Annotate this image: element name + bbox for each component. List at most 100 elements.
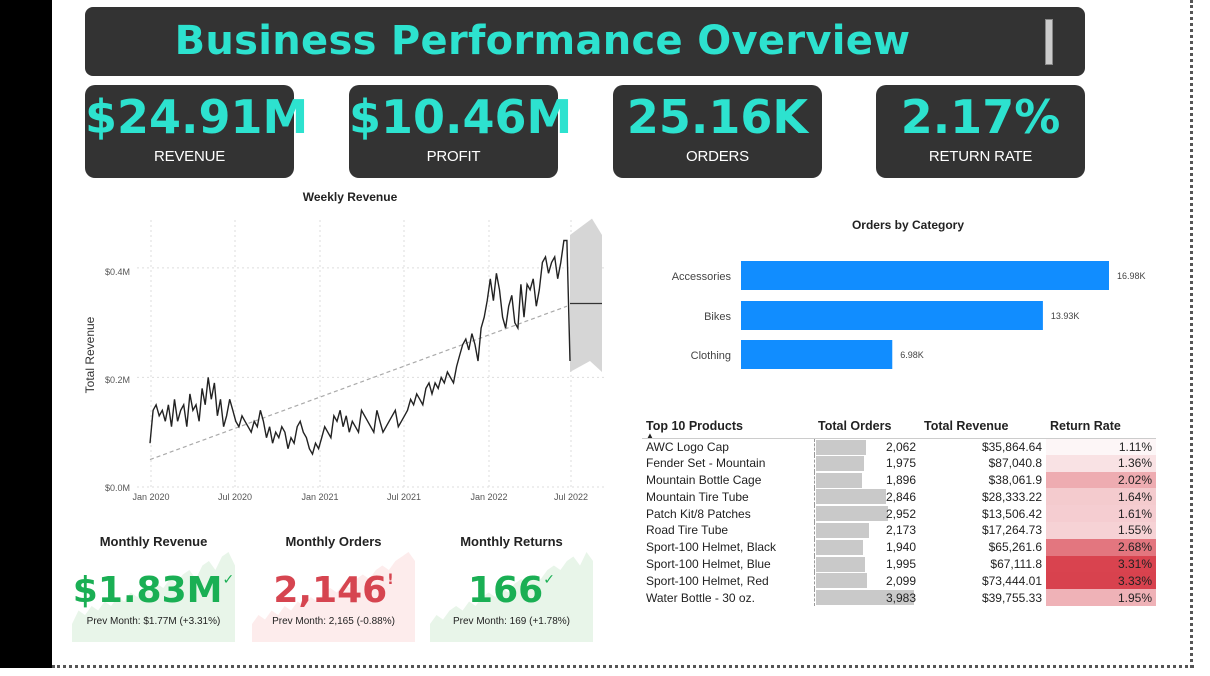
check-icon: ✓ <box>543 572 555 588</box>
top-products-table[interactable]: Top 10 Products ▲ Total Orders Total Reve… <box>642 414 1156 606</box>
orders-value: 1,975 <box>885 456 916 471</box>
title-banner: Business Performance Overview <box>85 7 1085 76</box>
monthly-orders-card[interactable]: Monthly Orders 2,146! Prev Month: 2,165 … <box>252 530 415 642</box>
return-rate-cell: 1.95% <box>1046 589 1156 606</box>
card-value: $1.83M✓ <box>72 570 235 611</box>
return-rate-cell: 3.31% <box>1046 555 1156 573</box>
orders-data-bar <box>815 522 869 538</box>
table-row[interactable]: Sport-100 Helmet, Red 2,099 $73,444.01 3.33… <box>642 572 1156 590</box>
kpi-card-orders[interactable]: 25.16K ORDERS <box>613 85 822 178</box>
kpi-value: 2.17% <box>900 90 1061 144</box>
orders-data-bar <box>815 472 863 488</box>
table-row[interactable]: Water Bottle - 30 oz. 3,983 $39,755.33 1.95… <box>642 589 1156 606</box>
category-bar <box>741 340 893 369</box>
monthly-returns-card[interactable]: Monthly Returns 166✓ Prev Month: 169 (+1… <box>430 530 593 642</box>
trend-line <box>149 305 568 461</box>
category-label: Accessories <box>672 271 732 283</box>
revenue-cell: $65,261.6 <box>988 540 1042 555</box>
orders-value: 1,896 <box>885 472 916 487</box>
column-header-product[interactable]: Top 10 Products ▲ <box>642 414 814 440</box>
return-rate-cell: 1.55% <box>1046 521 1156 539</box>
revenue-cell: $87,040.8 <box>988 456 1042 471</box>
return-rate-cell: 2.02% <box>1046 471 1156 489</box>
return-rate-cell: 1.36% <box>1046 454 1156 472</box>
x-tick-label: Jan 2022 <box>470 492 507 502</box>
orders-data-bar <box>815 506 889 522</box>
column-header-return-rate[interactable]: Return Rate <box>1046 414 1156 439</box>
orders-by-category-chart[interactable]: Accessories Bikes Clothing 16.98K 13.93K… <box>640 250 1180 380</box>
alert-icon: ! <box>387 572 394 588</box>
table-row[interactable]: Mountain Tire Tube 2,846 $28,333.22 1.64% <box>642 488 1156 506</box>
orders-data-bar <box>815 539 864 555</box>
kpi-card-return-rate[interactable]: 2.17% RETURN RATE <box>876 85 1085 178</box>
return-rate-cell: 3.33% <box>1046 572 1156 590</box>
table-row[interactable]: AWC Logo Cap 2,062 $35,864.64 1.11% <box>642 438 1156 455</box>
orders-data-bar <box>815 489 886 505</box>
y-axis-label: Total Revenue <box>83 316 97 393</box>
product-name: Sport-100 Helmet, Black <box>646 540 777 555</box>
category-label: Bikes <box>704 311 731 323</box>
table-row[interactable]: Fender Set - Mountain 1,975 $87,040.8 1.36% <box>642 454 1156 472</box>
monthly-revenue-card[interactable]: Monthly Revenue $1.83M✓ Prev Month: $1.7… <box>72 530 235 642</box>
x-tick-label: Jul 2021 <box>387 492 421 502</box>
product-name: Fender Set - Mountain <box>646 456 766 471</box>
orders-cell: 2,173 <box>813 521 920 539</box>
product-name: Patch Kit/8 Patches <box>646 506 751 521</box>
forecast-band <box>570 218 602 372</box>
weekly-revenue-chart[interactable]: Total Revenue $0.4M $0.2M $0.0M Jan 2020… <box>80 205 610 505</box>
product-name: Mountain Tire Tube <box>646 489 749 504</box>
revenue-cell: $38,061.9 <box>988 472 1042 487</box>
orders-data-bar <box>815 455 865 471</box>
x-tick-label: Jan 2020 <box>132 492 169 502</box>
table-row[interactable]: Road Tire Tube 2,173 $17,264.73 1.55% <box>642 521 1156 539</box>
revenue-cell: $35,864.64 <box>981 439 1042 454</box>
x-tick-label: Jul 2022 <box>554 492 588 502</box>
orders-data-bar <box>815 439 867 455</box>
column-header-revenue[interactable]: Total Revenue <box>920 414 1046 439</box>
orders-cell: 1,940 <box>813 538 920 556</box>
kpi-value: $24.91M <box>85 90 309 144</box>
orders-cell: 1,975 <box>813 454 920 472</box>
table-row[interactable]: Mountain Bottle Cage 1,896 $38,061.9 2.02% <box>642 471 1156 489</box>
orders-cell: 2,099 <box>813 572 920 590</box>
orders-data-bar <box>815 573 868 589</box>
revenue-cell: $17,264.73 <box>981 523 1042 538</box>
product-name: Sport-100 Helmet, Blue <box>646 556 771 571</box>
product-name: Sport-100 Helmet, Red <box>646 573 769 588</box>
left-side-panel <box>0 0 52 668</box>
kpi-card-revenue[interactable]: $24.91M REVENUE <box>85 85 309 178</box>
kpi-card-profit[interactable]: $10.46M PROFIT <box>349 85 572 178</box>
y-tick-label: $0.0M <box>105 483 130 493</box>
orders-value: 2,173 <box>885 523 916 538</box>
orders-value: 1,995 <box>885 556 916 571</box>
weekly-revenue-title: Weekly Revenue <box>302 190 398 204</box>
title-slider-handle[interactable] <box>1045 19 1053 65</box>
revenue-cell: $39,755.33 <box>981 590 1042 605</box>
card-prev-month: Prev Month: 169 (+1.78%) <box>452 616 570 627</box>
return-rate-cell: 1.11% <box>1046 438 1156 455</box>
return-rate-cell: 1.64% <box>1046 488 1156 506</box>
y-tick-label: $0.2M <box>105 375 130 385</box>
orders-data-bar <box>815 556 865 572</box>
product-name: Road Tire Tube <box>646 523 729 538</box>
orders-value: 2,846 <box>885 489 916 504</box>
revenue-cell: $13,506.42 <box>981 506 1042 521</box>
revenue-cell: $73,444.01 <box>981 573 1042 588</box>
card-title: Monthly Revenue <box>99 534 208 549</box>
kpi-label: ORDERS <box>686 148 749 165</box>
table-row[interactable]: Sport-100 Helmet, Black 1,940 $65,261.6 2.6… <box>642 538 1156 556</box>
page-title: Business Performance Overview <box>174 18 911 64</box>
card-title: Monthly Returns <box>460 534 563 549</box>
return-rate-cell: 1.61% <box>1046 505 1156 522</box>
table-row[interactable]: Patch Kit/8 Patches 2,952 $13,506.42 1.61% <box>642 505 1156 522</box>
card-prev-month: Prev Month: 2,165 (-0.88%) <box>272 616 395 627</box>
kpi-label: RETURN RATE <box>928 148 1033 165</box>
sort-asc-icon[interactable]: ▲ <box>646 431 654 440</box>
product-name: AWC Logo Cap <box>646 439 729 454</box>
column-header-orders[interactable]: Total Orders <box>814 414 920 439</box>
orders-value: 2,952 <box>885 506 916 521</box>
category-label: Clothing <box>691 350 731 362</box>
orders-cell: 2,846 <box>813 488 920 506</box>
table-row[interactable]: Sport-100 Helmet, Blue 1,995 $67,111.8 3.31… <box>642 555 1156 573</box>
canvas-border-bottom <box>52 665 1194 668</box>
